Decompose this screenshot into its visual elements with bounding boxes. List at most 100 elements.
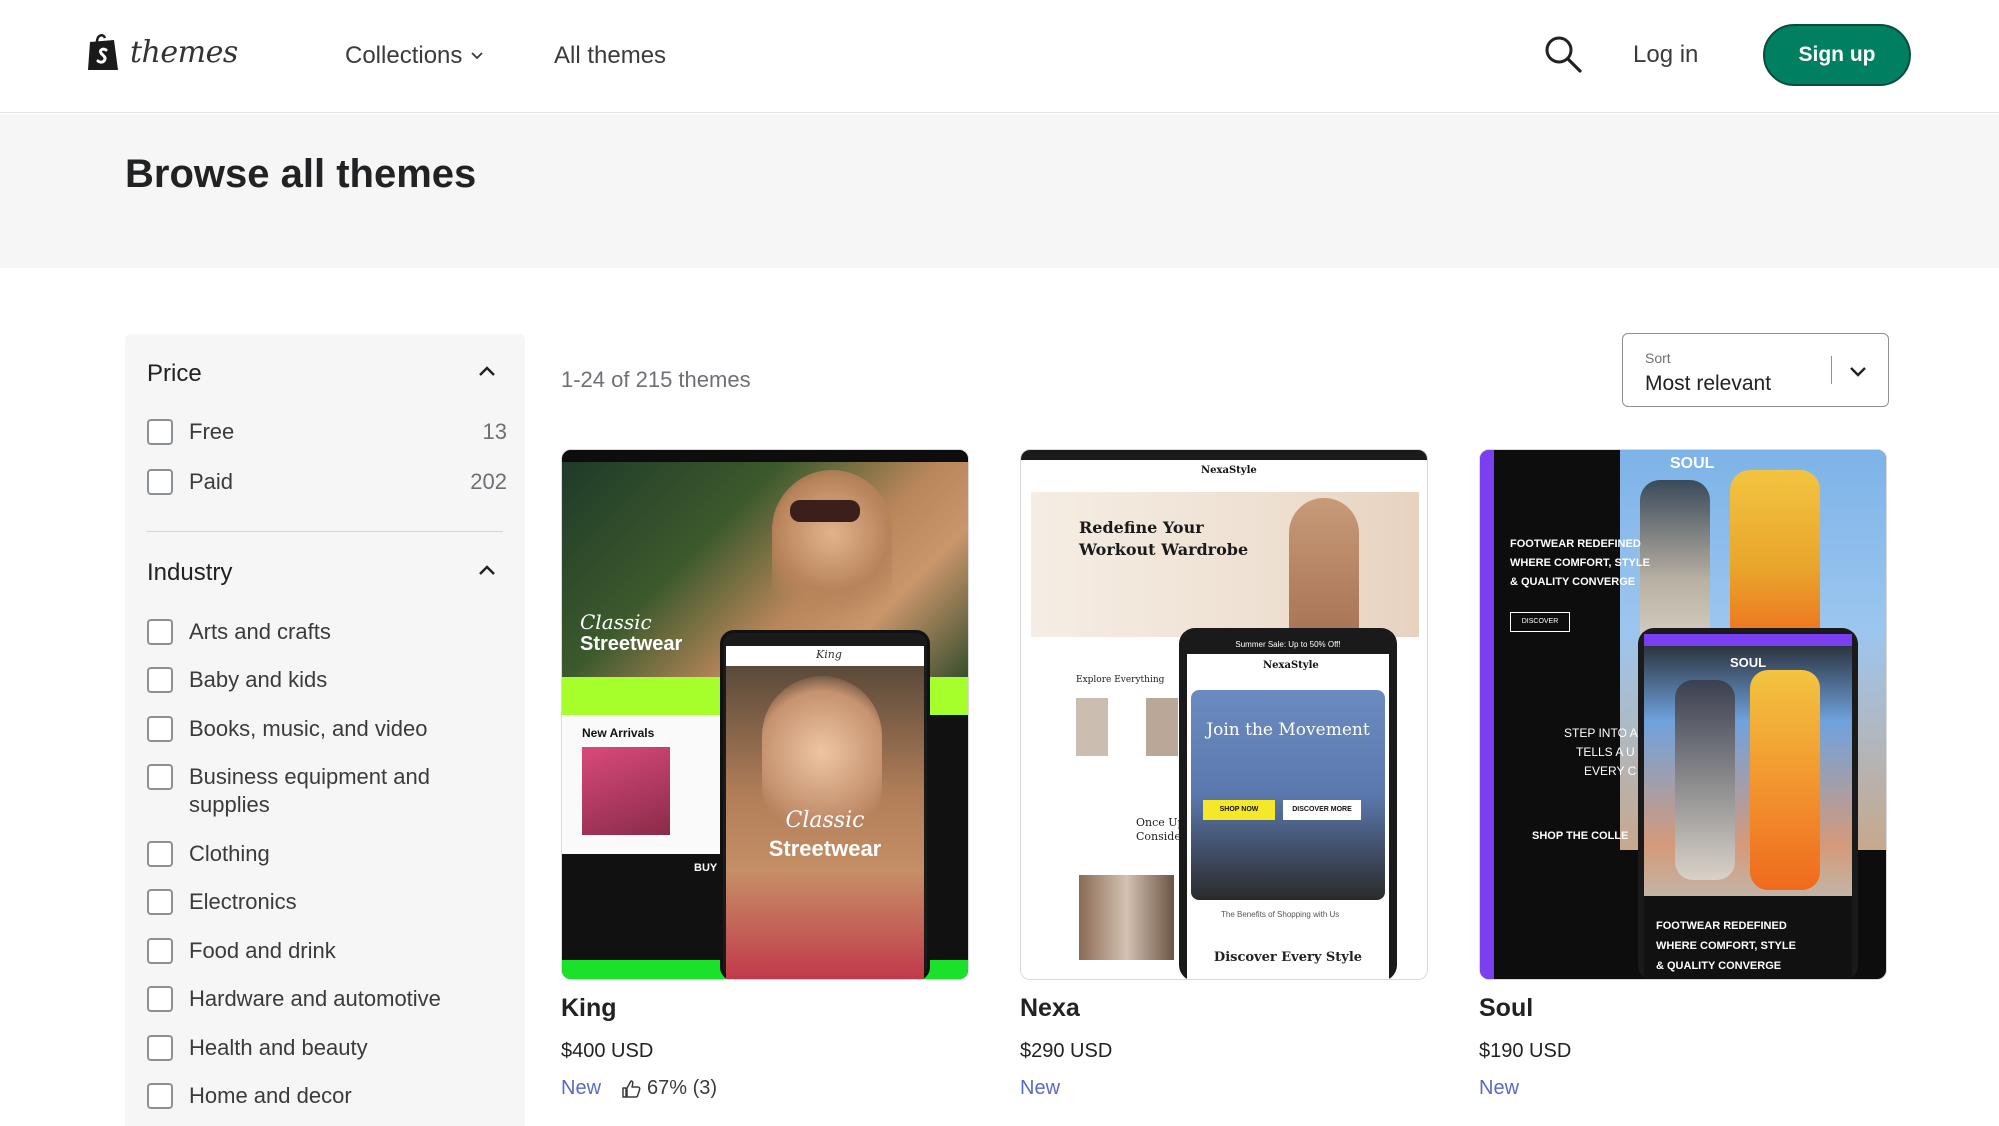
soul-preview-headline-3: & QUALITY CONVERGE	[1510, 576, 1636, 588]
filter-option-books-music-video[interactable]: Books, music, and video	[147, 715, 507, 743]
theme-name[interactable]: Nexa	[1020, 994, 1080, 1023]
nav-collections[interactable]: Collections	[345, 42, 484, 70]
filter-option-label: Hardware and automotive	[189, 986, 441, 1011]
new-badge: New	[1479, 1077, 1520, 1099]
checkbox[interactable]	[147, 419, 173, 445]
filter-industry-title[interactable]: Industry	[147, 559, 232, 587]
filter-option-clothing[interactable]: Clothing	[147, 840, 507, 868]
theme-preview-nexa[interactable]: NexaStyle Redefine Your Workout Wardrobe…	[1020, 449, 1428, 980]
filter-option-health-beauty[interactable]: Health and beauty	[147, 1034, 507, 1062]
nexa-preview-once: Once Up	[1136, 816, 1185, 829]
page-title: Browse all themes	[125, 152, 477, 196]
checkbox[interactable]	[147, 889, 173, 915]
search-icon[interactable]	[1543, 34, 1583, 74]
soul-mobile-headline-1: FOOTWEAR REDEFINED	[1656, 920, 1787, 932]
checkbox[interactable]	[147, 938, 173, 964]
filter-price-title[interactable]: Price	[147, 360, 202, 388]
king-mobile-headline-2: Streetwear	[768, 836, 882, 861]
nav-all-themes-label: All themes	[554, 42, 667, 69]
hero-band: Browse all themes	[0, 114, 1999, 268]
king-preview-logo: King	[816, 648, 842, 661]
nav-all-themes[interactable]: All themes	[554, 42, 666, 70]
filter-option-baby-and-kids[interactable]: Baby and kids	[147, 666, 507, 694]
king-preview-headline-1: Classic	[580, 610, 652, 634]
king-mobile-headline-1: Classic	[785, 808, 865, 833]
filter-option-paid[interactable]: Paid 202	[147, 468, 507, 496]
new-badge: New	[1020, 1077, 1061, 1099]
soul-preview-headline-2: WHERE COMFORT, STYLE	[1510, 557, 1650, 569]
thumbs-up-icon	[622, 1079, 641, 1098]
filter-sidebar: Price Free 13 Paid 202 Industry Arts and…	[125, 334, 525, 1126]
soul-discover-button: DISCOVER	[1510, 612, 1570, 632]
checkbox[interactable]	[147, 841, 173, 867]
theme-card-king[interactable]: Classic Streetwear New Arrivals BUY King…	[561, 449, 969, 1099]
filter-option-label: Paid	[189, 469, 234, 494]
nexa-discover-style: Discover Every Style	[1213, 950, 1363, 965]
chevron-down-icon	[471, 52, 484, 60]
checkbox[interactable]	[147, 1083, 173, 1109]
rating-value: 67% (3)	[647, 1077, 718, 1099]
king-preview-section: New Arrivals	[582, 726, 655, 740]
theme-price: $190 USD	[1479, 1040, 1572, 1062]
nexa-preview-promo: Summer Sale: Up to 50% Off!	[1235, 640, 1341, 649]
filter-option-label: Food and drink	[189, 938, 336, 963]
sort-value: Most relevant	[1645, 372, 1772, 395]
theme-meta: New	[1020, 1077, 1060, 1100]
site-header: themes Collections All themes Log in Sig…	[0, 0, 1999, 113]
filter-divider	[147, 531, 503, 532]
chevron-up-icon[interactable]	[477, 362, 497, 382]
filter-option-home-decor[interactable]: Home and decor	[147, 1082, 507, 1110]
theme-price: $400 USD	[561, 1040, 654, 1062]
chevron-up-icon[interactable]	[477, 561, 497, 581]
theme-preview-king[interactable]: Classic Streetwear New Arrivals BUY King…	[561, 449, 969, 980]
nexa-preview-brand: NexaStyle	[1201, 465, 1257, 476]
theme-meta: New 67% (3)	[561, 1077, 717, 1100]
login-link[interactable]: Log in	[1633, 41, 1698, 69]
filter-option-count: 13	[482, 419, 507, 444]
theme-name[interactable]: King	[561, 994, 617, 1023]
filter-option-count: 202	[470, 469, 507, 494]
filter-option-electronics[interactable]: Electronics	[147, 888, 507, 916]
soul-shop-collection: SHOP THE COLLE	[1532, 830, 1629, 842]
nexa-mobile-headline: Join the Movement	[1206, 720, 1370, 740]
nexa-benefits-text: The Benefits of Shopping with Us	[1221, 910, 1340, 919]
signup-button[interactable]: Sign up	[1763, 24, 1911, 86]
filter-option-label: Free	[189, 419, 235, 444]
checkbox[interactable]	[147, 986, 173, 1012]
checkbox[interactable]	[147, 764, 173, 790]
checkbox[interactable]	[147, 1035, 173, 1061]
soul-step-line-2: TELLS A U	[1576, 745, 1635, 759]
sort-select[interactable]: Sort Most relevant	[1622, 333, 1889, 407]
nexa-shop-now-button: SHOP NOW	[1203, 800, 1275, 820]
filter-option-label: Clothing	[189, 841, 270, 866]
filter-option-hardware-automotive[interactable]: Hardware and automotive	[147, 985, 507, 1013]
theme-price: $290 USD	[1020, 1040, 1113, 1062]
checkbox[interactable]	[147, 469, 173, 495]
king-preview-buy: BUY	[694, 862, 718, 874]
soul-step-line-3: EVERY C	[1584, 764, 1637, 778]
checkbox[interactable]	[147, 667, 173, 693]
filter-option-label: Health and beauty	[189, 1035, 368, 1060]
checkbox[interactable]	[147, 716, 173, 742]
filter-option-free[interactable]: Free 13	[147, 418, 507, 446]
theme-card-soul[interactable]: SOUL FOOTWEAR REDEFINED WHERE COMFORT, S…	[1479, 449, 1887, 1099]
shopify-bag-icon	[88, 33, 118, 70]
filter-option-label: Home and decor	[189, 1083, 352, 1108]
theme-preview-soul[interactable]: SOUL FOOTWEAR REDEFINED WHERE COMFORT, S…	[1479, 449, 1887, 980]
sort-label: Sort	[1645, 350, 1671, 366]
soul-mobile-brand: SOUL	[1730, 655, 1767, 670]
checkbox[interactable]	[147, 619, 173, 645]
shopify-themes-logo[interactable]: themes	[86, 32, 238, 72]
theme-card-nexa[interactable]: NexaStyle Redefine Your Workout Wardrobe…	[1020, 449, 1428, 1099]
soul-mobile-headline-2: WHERE COMFORT, STYLE	[1656, 940, 1796, 952]
filter-option-arts-and-crafts[interactable]: Arts and crafts	[147, 618, 507, 646]
filter-option-label: Electronics	[189, 889, 297, 914]
theme-name[interactable]: Soul	[1479, 994, 1533, 1023]
nexa-preview-headline-1: Redefine Your	[1079, 518, 1204, 537]
filter-option-food-and-drink[interactable]: Food and drink	[147, 937, 507, 965]
filter-option-label: Business equipment and supplies	[189, 764, 430, 817]
filter-option-label: Arts and crafts	[189, 619, 331, 644]
logo-text: themes	[130, 34, 238, 70]
filter-option-business-equipment[interactable]: Business equipment and supplies	[147, 763, 507, 819]
soul-mobile-headline-3: & QUALITY CONVERGE	[1656, 960, 1782, 972]
